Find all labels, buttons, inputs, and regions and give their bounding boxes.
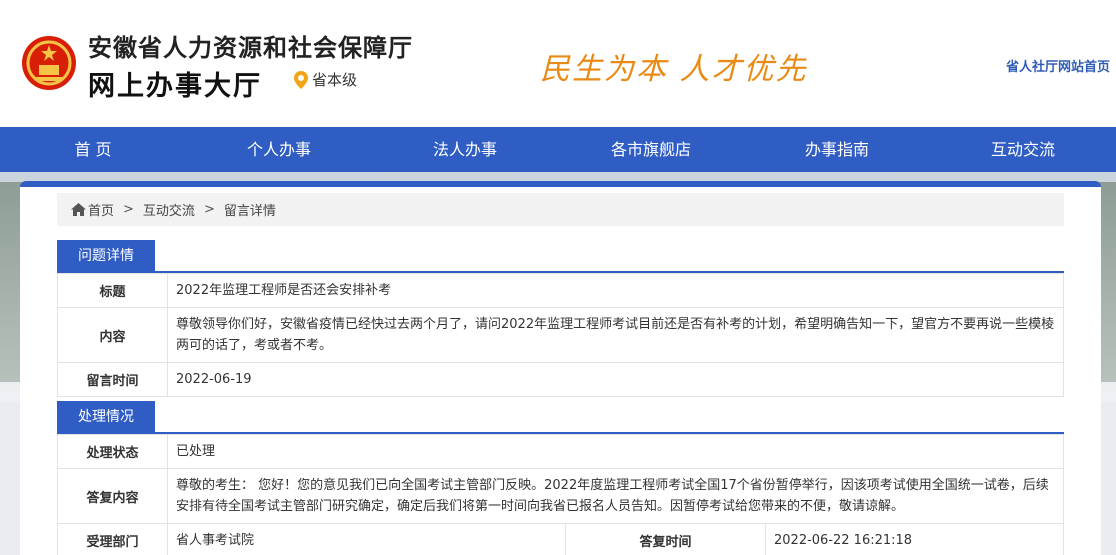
breadcrumb-home[interactable]: 首页 xyxy=(71,200,114,219)
home-icon xyxy=(71,203,86,216)
breadcrumb-interaction[interactable]: 互动交流 xyxy=(143,200,195,219)
handling-table: 处理状态 已处理 答复内容 尊敬的考生： 您好！您的意见我们已向全国考试主管部门… xyxy=(57,434,1064,555)
table-row: 受理部门 省人事考试院 答复时间 2022-06-22 16:21:18 xyxy=(57,523,1064,555)
nav-item-guide[interactable]: 办事指南 xyxy=(744,127,930,172)
table-row: 内容 尊敬领导你们好，安徽省疫情已经快过去两个月了，请问2022年监理工程师考试… xyxy=(57,307,1064,363)
level-selector[interactable]: 省本级 xyxy=(294,69,357,90)
question-section: 问题详情 标题 2022年监理工程师是否还会安排补考 内容 尊敬领导你们好，安徽… xyxy=(57,240,1064,397)
question-section-title: 问题详情 xyxy=(57,240,155,273)
main-nav: 首 页 个人办事 法人办事 各市旗舰店 办事指南 互动交流 xyxy=(0,127,1116,172)
status-value: 已处理 xyxy=(167,434,1064,469)
table-row: 留言时间 2022-06-19 xyxy=(57,362,1064,397)
breadcrumb: 首页 > 互动交流 > 留言详情 xyxy=(57,193,1064,226)
breadcrumb-separator: > xyxy=(123,202,134,217)
nav-item-interaction[interactable]: 互动交流 xyxy=(930,127,1116,172)
message-time-label: 留言时间 xyxy=(57,362,168,397)
content-value: 尊敬领导你们好，安徽省疫情已经快过去两个月了，请问2022年监理工程师考试目前还… xyxy=(167,307,1064,363)
site-header: 安徽省人力资源和社会保障厅 网上办事大厅 省本级 民生为本 人才优先 省人社厅网… xyxy=(0,0,1116,127)
slogan: 民生为本 人才优先 xyxy=(540,52,808,87)
reply-value: 尊敬的考生： 您好！您的意见我们已向全国考试主管部门反映。2022年度监理工程师… xyxy=(167,468,1064,524)
reply-time-label: 答复时间 xyxy=(565,523,766,555)
nav-item-home[interactable]: 首 页 xyxy=(0,127,186,172)
content-panel: 首页 > 互动交流 > 留言详情 问题详情 标题 2022年监理工程师是否还会安… xyxy=(20,181,1101,555)
dept-value: 省人事考试院 xyxy=(167,523,566,555)
handling-section-header: 处理情况 xyxy=(57,401,1064,434)
table-row: 答复内容 尊敬的考生： 您好！您的意见我们已向全国考试主管部门反映。2022年度… xyxy=(57,468,1064,524)
nav-item-personal[interactable]: 个人办事 xyxy=(186,127,372,172)
handling-section: 处理情况 处理状态 已处理 答复内容 尊敬的考生： 您好！您的意见我们已向全国考… xyxy=(57,401,1064,555)
site-home-link[interactable]: 省人社厅网站首页 xyxy=(1006,56,1110,75)
site-subtitle: 网上办事大厅 xyxy=(88,71,262,102)
status-label: 处理状态 xyxy=(57,434,168,469)
level-label: 省本级 xyxy=(312,71,358,89)
question-table: 标题 2022年监理工程师是否还会安排补考 内容 尊敬领导你们好，安徽省疫情已经… xyxy=(57,273,1064,397)
reply-time-value: 2022-06-22 16:21:18 xyxy=(765,523,1064,555)
title-label: 标题 xyxy=(57,273,168,308)
handling-section-title: 处理情况 xyxy=(57,401,155,434)
dept-label: 受理部门 xyxy=(57,523,168,555)
breadcrumb-home-label: 首页 xyxy=(88,204,115,219)
question-section-header: 问题详情 xyxy=(57,240,1064,273)
title-value: 2022年监理工程师是否还会安排补考 xyxy=(167,273,1064,308)
site-title: 安徽省人力资源和社会保障厅 xyxy=(88,34,413,62)
location-pin-icon xyxy=(294,70,308,89)
table-row: 处理状态 已处理 xyxy=(57,434,1064,469)
breadcrumb-separator: > xyxy=(203,202,215,217)
reply-label: 答复内容 xyxy=(57,468,168,524)
table-row: 标题 2022年监理工程师是否还会安排补考 xyxy=(57,273,1064,308)
message-time-value: 2022-06-19 xyxy=(167,362,1064,397)
nav-item-city-stores[interactable]: 各市旗舰店 xyxy=(558,127,744,172)
breadcrumb-current: 留言详情 xyxy=(223,204,276,219)
national-emblem-icon xyxy=(22,36,76,90)
content-label: 内容 xyxy=(57,307,168,363)
nav-item-legal-person[interactable]: 法人办事 xyxy=(372,127,558,172)
